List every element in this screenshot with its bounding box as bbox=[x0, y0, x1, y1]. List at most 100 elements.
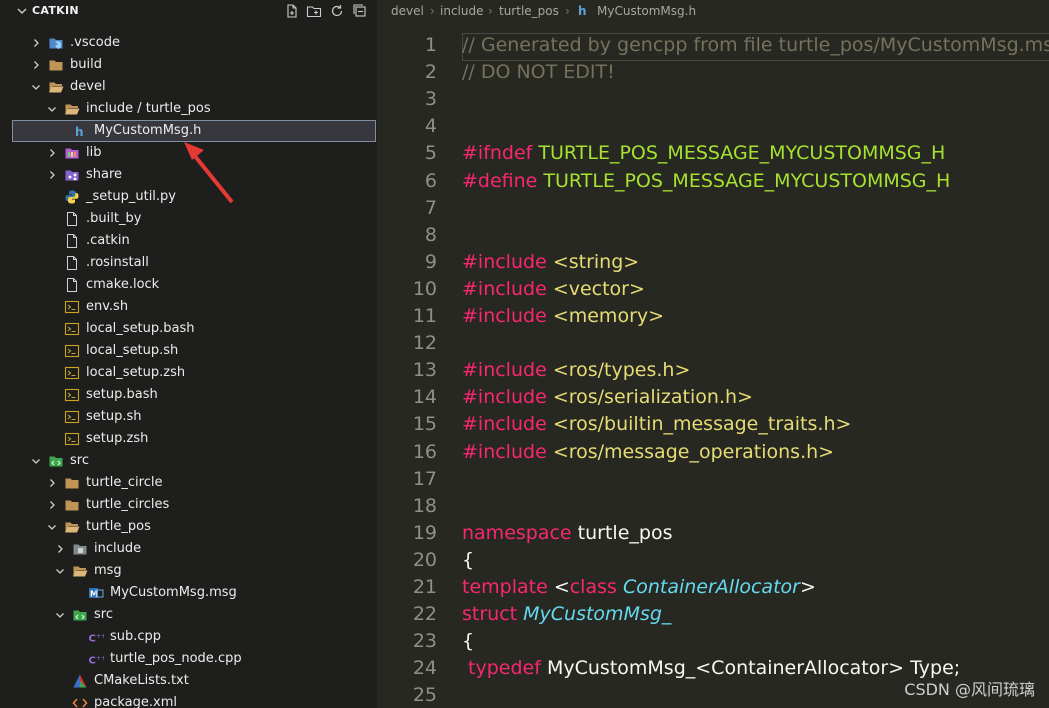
code-token: turtle_pos bbox=[577, 521, 673, 544]
code-token: ContainerAllocator bbox=[622, 576, 800, 598]
chevron-down-icon[interactable] bbox=[46, 103, 58, 115]
chevron-down-icon[interactable] bbox=[30, 81, 42, 93]
chevron-right-icon[interactable] bbox=[30, 37, 42, 49]
code-line[interactable]: { bbox=[462, 630, 474, 652]
code-line[interactable]: #include <ros/serialization.h> bbox=[462, 386, 753, 408]
tree-item[interactable]: C ++ sub.cpp bbox=[0, 626, 377, 648]
tree-item[interactable]: C ++ turtle_pos_node.cpp bbox=[0, 648, 377, 670]
tree-item[interactable]: .vscode bbox=[0, 32, 377, 54]
tree-item[interactable]: devel bbox=[0, 76, 377, 98]
tree-item[interactable]: turtle_circles bbox=[0, 494, 377, 516]
tree-item[interactable]: setup.bash bbox=[0, 384, 377, 406]
code-token: MyCustomMsg_<ContainerAllocator> Type; bbox=[546, 657, 961, 680]
svg-text:C: C bbox=[89, 634, 96, 645]
code-line[interactable]: #define TURTLE_POS_MESSAGE_MYCUSTOMMSG_H bbox=[462, 170, 950, 192]
chevron-down-icon[interactable] bbox=[30, 455, 42, 467]
code-line[interactable]: // Generated by gencpp from file turtle_… bbox=[462, 34, 1049, 56]
share-folder-icon bbox=[65, 170, 79, 181]
line-number: 22 bbox=[412, 603, 437, 626]
code-token: <ros/builtin_message_traits.h> bbox=[552, 413, 852, 436]
code-line[interactable]: #include <ros/types.h> bbox=[462, 359, 690, 381]
chevron-down-icon[interactable] bbox=[46, 521, 58, 533]
tree-item[interactable]: src bbox=[0, 604, 377, 626]
code-token: #include bbox=[462, 386, 553, 409]
tree-item-label: local_setup.zsh bbox=[86, 365, 186, 380]
code-line[interactable]: namespace turtle_pos bbox=[462, 522, 672, 544]
src-folder-icon bbox=[73, 610, 87, 621]
chevron-down-icon[interactable] bbox=[54, 565, 66, 577]
code-token: #include bbox=[462, 250, 553, 273]
refresh-icon[interactable] bbox=[329, 3, 345, 19]
tree-item[interactable]: .built_by bbox=[0, 208, 377, 230]
code-line[interactable]: #include <memory> bbox=[462, 305, 664, 327]
vscode-folder-icon bbox=[49, 38, 63, 49]
breadcrumb-item[interactable]: include bbox=[440, 4, 483, 18]
breadcrumb-item[interactable]: devel bbox=[391, 4, 424, 18]
tree-item[interactable]: package.xml bbox=[0, 692, 377, 708]
tree-item[interactable]: CMakeLists.txt bbox=[0, 670, 377, 692]
tree-item[interactable]: include bbox=[0, 538, 377, 560]
code-line[interactable]: #ifndef TURTLE_POS_MESSAGE_MYCUSTOMMSG_H bbox=[462, 142, 945, 164]
chevron-down-icon[interactable] bbox=[54, 609, 66, 621]
code-token: class bbox=[569, 576, 623, 598]
line-number: 17 bbox=[412, 467, 437, 490]
chevron-right-icon[interactable] bbox=[30, 59, 42, 71]
code-line[interactable]: #include <ros/message_operations.h> bbox=[462, 441, 834, 463]
tree-item[interactable]: src bbox=[0, 450, 377, 472]
line-number: 13 bbox=[412, 359, 437, 382]
code-token: { bbox=[462, 548, 475, 571]
tree-item-label: lib bbox=[86, 145, 102, 160]
chevron-right-icon[interactable] bbox=[54, 543, 66, 555]
code-line[interactable]: template <class ContainerAllocator> bbox=[462, 576, 816, 598]
code-line[interactable]: #include <vector> bbox=[462, 278, 645, 300]
code-token: <ros/serialization.h> bbox=[552, 386, 753, 409]
tree-item[interactable]: setup.sh bbox=[0, 406, 377, 428]
tree-item-label: .vscode bbox=[70, 35, 120, 50]
shell-file-icon bbox=[64, 410, 80, 424]
collapse-all-icon[interactable] bbox=[352, 3, 368, 19]
file-icon bbox=[67, 234, 77, 248]
tree-item[interactable]: .catkin bbox=[0, 230, 377, 252]
new-folder-icon[interactable] bbox=[306, 3, 322, 19]
tree-item[interactable]: build bbox=[0, 54, 377, 76]
line-number: 7 bbox=[424, 196, 437, 219]
code-token: struct bbox=[462, 603, 524, 626]
line-number: 15 bbox=[412, 413, 437, 436]
chevron-right-icon[interactable] bbox=[46, 499, 58, 511]
chevron-right-icon[interactable] bbox=[46, 169, 58, 181]
tree-item[interactable]: msg bbox=[0, 560, 377, 582]
tree-item[interactable]: cmake.lock bbox=[0, 274, 377, 296]
new-file-icon[interactable] bbox=[284, 3, 300, 19]
folder-icon bbox=[49, 60, 63, 71]
tree-item[interactable]: turtle_circle bbox=[0, 472, 377, 494]
code-token: // Generated by gencpp from file turtle_… bbox=[462, 34, 1049, 56]
python-file-icon bbox=[65, 190, 79, 204]
tree-item[interactable]: turtle_pos bbox=[0, 516, 377, 538]
tree-item[interactable]: M MyCustomMsg.msg bbox=[0, 582, 377, 604]
tree-item-label: cmake.lock bbox=[86, 277, 160, 292]
editor-pane[interactable]: devel › include › turtle_pos › h MyCusto… bbox=[377, 0, 1049, 708]
tree-item[interactable]: local_setup.sh bbox=[0, 340, 377, 362]
tree-item[interactable]: include / turtle_pos bbox=[0, 98, 377, 120]
shell-file-icon bbox=[64, 322, 80, 336]
tree-item[interactable]: env.sh bbox=[0, 296, 377, 318]
code-line[interactable]: #include <string> bbox=[462, 251, 639, 273]
breadcrumb-item[interactable]: turtle_pos bbox=[499, 4, 559, 18]
line-number: 2 bbox=[424, 61, 437, 84]
code-line[interactable]: typedef MyCustomMsg_<ContainerAllocator>… bbox=[462, 657, 960, 679]
code-line[interactable]: struct MyCustomMsg_ bbox=[462, 603, 671, 625]
chevron-right-icon[interactable] bbox=[46, 147, 58, 159]
chevron-down-icon[interactable] bbox=[16, 5, 28, 17]
code-line[interactable]: { bbox=[462, 549, 474, 571]
tree-item[interactable]: setup.zsh bbox=[0, 428, 377, 450]
line-number: 4 bbox=[424, 115, 437, 138]
tree-item[interactable]: local_setup.bash bbox=[0, 318, 377, 340]
line-number: 23 bbox=[412, 630, 437, 653]
code-line[interactable]: #include <ros/builtin_message_traits.h> bbox=[462, 413, 851, 435]
tree-item[interactable]: local_setup.zsh bbox=[0, 362, 377, 384]
chevron-right-icon[interactable] bbox=[46, 477, 58, 489]
tree-item[interactable]: .rosinstall bbox=[0, 252, 377, 274]
code-line[interactable]: // DO NOT EDIT! bbox=[462, 61, 615, 83]
tree-item-label: local_setup.bash bbox=[86, 321, 195, 336]
breadcrumb-file[interactable]: MyCustomMsg.h bbox=[597, 4, 696, 18]
